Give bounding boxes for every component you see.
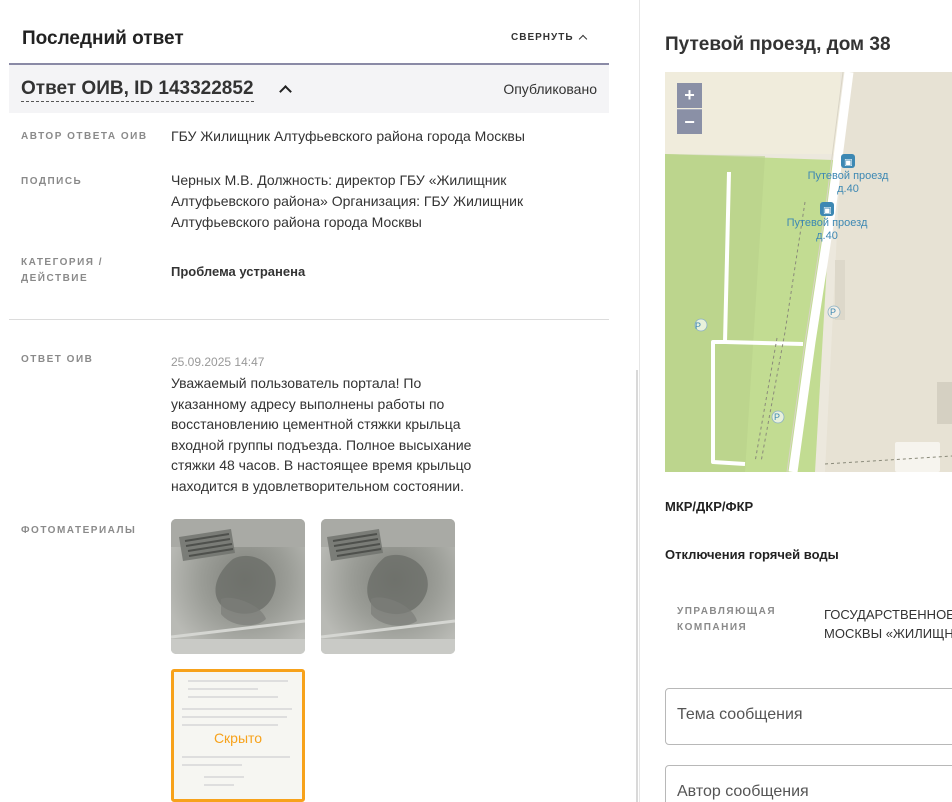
map[interactable]: P P P ▣ ▣ Путевой проезд д.40 Путевой пр…: [665, 72, 952, 472]
chevron-up-icon: [578, 34, 587, 44]
status-badge: Опубликовано: [503, 81, 597, 97]
map-label-stop: Путевой проезд д.40: [786, 217, 868, 242]
bus-stop-icon[interactable]: ▣: [823, 204, 832, 217]
last-answer-title: Последний ответ: [22, 28, 184, 49]
hidden-label: Скрыто: [213, 730, 263, 746]
photos-label: ФОТОМАТЕРИАЛЫ: [21, 525, 137, 536]
author-label: АВТОР ОТВЕТА ОИВ: [21, 131, 148, 142]
topic-field[interactable]: [665, 688, 952, 745]
answer-header: Ответ ОИВ, ID 143322852 Опубликовано: [9, 63, 609, 113]
category-label: КАТЕГОРИЯ / ДЕЙСТВИЕ: [21, 257, 104, 284]
section-hot-water: Отключения горячей воды: [665, 547, 839, 562]
answer-id-toggle[interactable]: Ответ ОИВ, ID 143322852: [21, 78, 254, 102]
collapse-button[interactable]: СВЕРНУТЬ: [511, 32, 587, 44]
map-label-stop: Путевой проезд д.40: [807, 170, 889, 195]
address-title: Путевой проезд, дом 38: [665, 34, 891, 55]
management-company-value: ГОСУДАРСТВЕННОЕ МОСКВЫ «ЖИЛИЩН: [824, 607, 952, 641]
author-value: ГБУ Жилищник Алтуфьевского района города…: [171, 128, 525, 144]
parking-icon: P: [774, 412, 781, 422]
chevron-up-icon[interactable]: [279, 85, 292, 98]
zoom-in-button[interactable]: +: [677, 83, 702, 108]
author-field[interactable]: [665, 765, 952, 802]
parking-icon: P: [830, 307, 837, 317]
signature-value: Черных М.В. Должность: директор ГБУ «Жил…: [171, 172, 524, 230]
reply-label: ОТВЕТ ОИВ: [21, 354, 94, 365]
scrollbar[interactable]: [636, 370, 638, 802]
topic-input[interactable]: [677, 706, 947, 724]
parking-icon: P: [695, 321, 702, 331]
collapse-label: СВЕРНУТЬ: [511, 32, 574, 43]
reply-date: 25.09.2025 14:47: [171, 355, 265, 369]
reply-text: Уважаемый пользователь портала! По указа…: [171, 375, 472, 494]
photo-thumbnail[interactable]: [171, 519, 305, 654]
bus-stop-icon[interactable]: ▣: [844, 156, 853, 169]
divider: [9, 319, 609, 320]
section-mkr: МКР/ДКР/ФКР: [665, 499, 754, 514]
answer-panel: Последний ответ СВЕРНУТЬ Ответ ОИВ, ID 1…: [0, 0, 640, 802]
photo-thumbnail[interactable]: [321, 519, 455, 654]
management-company-label: УПРАВЛЯЮЩАЯ КОМПАНИЯ: [677, 606, 777, 633]
category-value: Проблема устранена: [171, 264, 306, 279]
signature-label: ПОДПИСЬ: [21, 176, 83, 187]
hidden-photo-thumbnail[interactable]: Скрыто: [171, 669, 305, 802]
zoom-out-button[interactable]: −: [677, 109, 702, 134]
author-input[interactable]: [677, 783, 947, 801]
